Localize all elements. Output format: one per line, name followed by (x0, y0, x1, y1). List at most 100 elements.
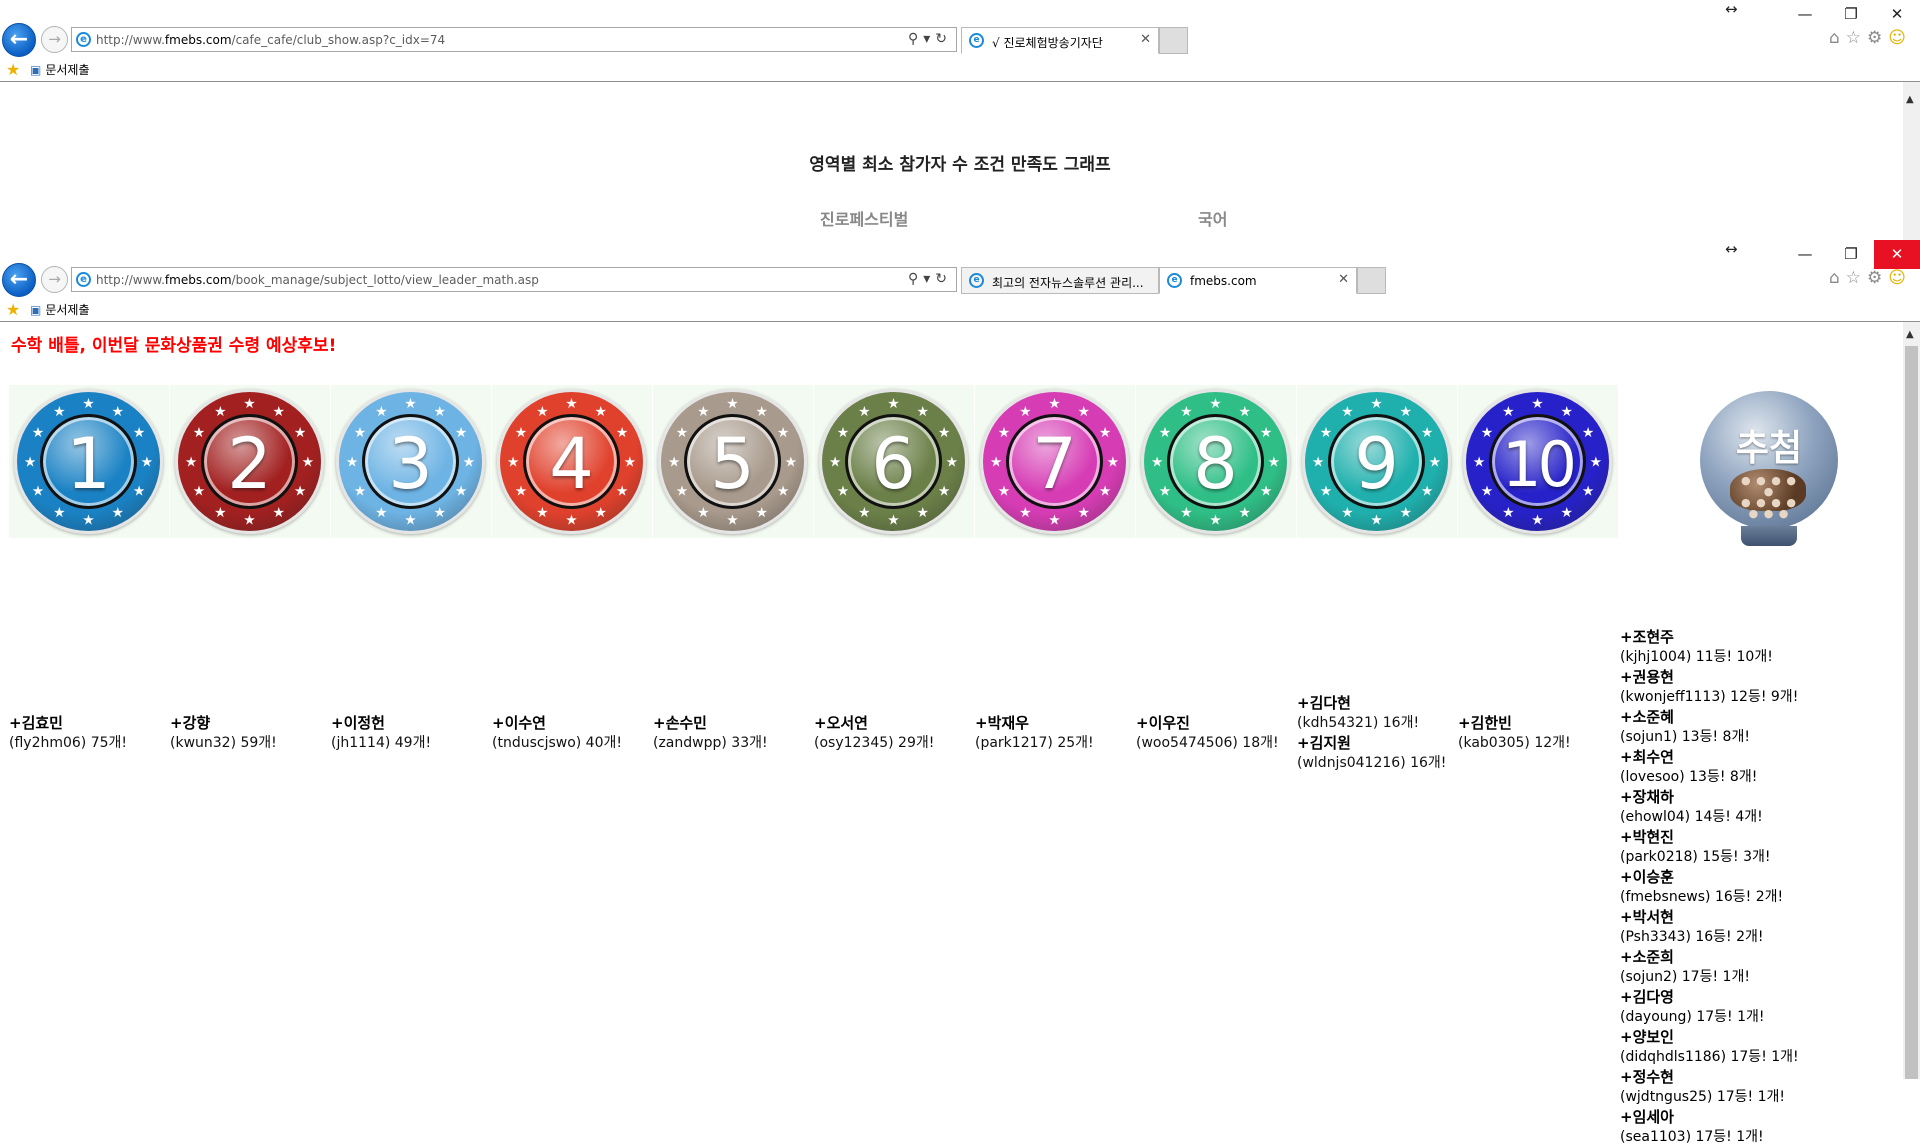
ball-cell-5: ★ ★ ★ ★ ★ ★ ★ ★ ★ ★ ★ ★ 5 (653, 385, 813, 538)
address-bar[interactable]: e http://www.fmebs.com/cafe_cafe/club_sh… (71, 27, 957, 52)
draw-candidate-name: +장채하 (1620, 788, 1674, 806)
winner-detail: (kdh54321) 16개! (1297, 715, 1420, 731)
svg-text:★: ★ (1268, 454, 1280, 470)
favorites-star-icon[interactable]: ★ (6, 60, 20, 79)
settings-gear-icon[interactable]: ⚙ (1867, 268, 1888, 288)
ie-page-icon: e (76, 272, 91, 287)
ball-inner-disc: 4 (523, 414, 620, 509)
svg-text:★: ★ (946, 454, 958, 470)
new-tab-button[interactable] (1357, 267, 1386, 294)
fav-link-icon: ▣ (30, 63, 42, 77)
fav-link-document-submit[interactable]: ▣ 문서제출 (30, 61, 90, 78)
svg-text:★: ★ (916, 505, 928, 521)
settings-gear-icon[interactable]: ⚙ (1867, 28, 1888, 48)
scroll-up-arrow-icon[interactable]: ▲ (1906, 94, 1914, 105)
favorites-star-icon[interactable]: ★ (6, 300, 20, 319)
close-tab-icon[interactable]: ✕ (1140, 32, 1151, 47)
tab-club-show[interactable]: e √ 진로체험방송기자단 ✕ (961, 27, 1159, 54)
home-icon[interactable]: ⌂ (1829, 28, 1846, 48)
svg-text:★: ★ (302, 454, 314, 470)
svg-text:★: ★ (1560, 505, 1572, 521)
ball-number: 10 (1502, 428, 1577, 501)
minimize-button[interactable]: — (1790, 0, 1820, 29)
ball-inner-disc: 1 (40, 414, 137, 509)
scroll-up-arrow-icon[interactable]: ▲ (1906, 329, 1914, 340)
browser-window-back: ← → e http://www.fmebs.com/cafe_cafe/clu… (0, 0, 1920, 240)
svg-text:★: ★ (243, 513, 255, 529)
vertical-scrollbar[interactable]: ▲ (1903, 82, 1920, 240)
svg-text:★: ★ (1260, 484, 1272, 500)
forward-button[interactable]: → (41, 26, 68, 53)
winner-name: +김한빈 (1458, 714, 1512, 732)
winner-rank-5: +손수민 (zandwpp) 33개! (653, 713, 768, 753)
winner-detail: (zandwpp) 33개! (653, 735, 768, 751)
svg-text:★: ★ (1048, 396, 1060, 412)
feedback-smiley-icon[interactable]: ☺ (1888, 268, 1912, 288)
favorites-bar: ★ ▣ 문서제출 (0, 58, 1920, 80)
forward-button[interactable]: → (41, 266, 68, 293)
ball-inner-disc: 8 (1167, 414, 1264, 509)
tab-title: √ 진로체험방송기자단 (992, 36, 1103, 50)
field-label-korean: 국어 (1198, 210, 1228, 229)
svg-text:★: ★ (1370, 396, 1382, 412)
svg-text:★: ★ (1019, 505, 1031, 521)
tab-news-solution[interactable]: e 최고의 전자뉴스솔루션 관리... (961, 267, 1159, 294)
page-content-back: 영역별 최소 참가자 수 조건 만족도 그래프 진로페스티벌 국어 ▲ (0, 82, 1920, 240)
minimize-button[interactable]: — (1790, 240, 1820, 269)
feedback-smiley-icon[interactable]: ☺ (1888, 28, 1912, 48)
back-button[interactable]: ← (2, 23, 36, 57)
headline: 수학 배틀, 이번달 문화상품권 수령 예상후보! (11, 336, 337, 356)
svg-text:★: ★ (1582, 484, 1594, 500)
address-tools[interactable]: ⚲▾↻ (908, 31, 952, 47)
close-tab-icon[interactable]: ✕ (1338, 272, 1349, 287)
close-window-button[interactable]: ✕ (1882, 0, 1912, 29)
ball-cell-4: ★ ★ ★ ★ ★ ★ ★ ★ ★ ★ ★ ★ 4 (492, 385, 652, 538)
home-icon[interactable]: ⌂ (1829, 268, 1846, 288)
winner-rank-2: +강향 (kwun32) 59개! (170, 713, 277, 753)
svg-text:★: ★ (346, 454, 358, 470)
number-ball-5-icon: ★ ★ ★ ★ ★ ★ ★ ★ ★ ★ ★ ★ 5 (658, 389, 807, 534)
address-bar[interactable]: e http://www.fmebs.com/book_manage/subje… (71, 267, 957, 292)
close-window-button[interactable]: ✕ (1874, 240, 1920, 269)
svg-text:★: ★ (294, 425, 306, 441)
ball-number: 4 (549, 423, 594, 505)
winner-detail: (wldnjs041216) 16개! (1297, 755, 1447, 771)
svg-text:★: ★ (455, 425, 467, 441)
ball-number: 9 (1354, 423, 1399, 505)
ball-cell-2: ★ ★ ★ ★ ★ ★ ★ ★ ★ ★ ★ ★ 2 (170, 385, 330, 538)
tab-fmebs[interactable]: e fmebs.com ✕ (1159, 267, 1357, 294)
svg-text:★: ★ (133, 425, 145, 441)
number-ball-7-icon: ★ ★ ★ ★ ★ ★ ★ ★ ★ ★ ★ ★ 7 (980, 389, 1129, 534)
favorites-bar: ★ ▣ 문서제출 (0, 298, 1920, 320)
svg-text:★: ★ (1077, 505, 1089, 521)
lottery-draw-cell[interactable]: 추첨 ● ● ● ● ● ● ● ● ● ● ● ● (1621, 385, 1901, 552)
address-tools[interactable]: ⚲▾↻ (908, 271, 952, 287)
svg-text:★: ★ (1209, 513, 1221, 529)
draw-candidate-detail: (park0218) 15등! 3개! (1620, 849, 1771, 865)
svg-text:★: ★ (887, 396, 899, 412)
back-button[interactable]: ← (2, 263, 36, 297)
svg-text:★: ★ (272, 505, 284, 521)
svg-text:★: ★ (938, 484, 950, 500)
svg-text:★: ★ (1421, 484, 1433, 500)
new-tab-button[interactable] (1159, 27, 1188, 54)
draw-candidate-name: +정수현 (1620, 1068, 1674, 1086)
lottery-globe-icon[interactable]: 추첨 ● ● ● ● ● ● ● ● ● ● ● ● (1700, 391, 1838, 529)
vertical-scrollbar[interactable]: ▲ (1903, 322, 1920, 1079)
svg-text:★: ★ (668, 454, 680, 470)
winner-rank-8: +이우진 (woo5474506) 18개! (1136, 713, 1279, 753)
resize-icon: ↔ (1725, 0, 1738, 18)
scrollbar-thumb[interactable] (1905, 346, 1918, 1079)
number-ball-2-icon: ★ ★ ★ ★ ★ ★ ★ ★ ★ ★ ★ ★ 2 (175, 389, 324, 534)
svg-text:★: ★ (536, 505, 548, 521)
svg-text:★: ★ (887, 513, 899, 529)
restore-button[interactable]: ❐ (1836, 0, 1866, 29)
fav-link-document-submit[interactable]: ▣ 문서제출 (30, 301, 90, 318)
favorites-icon[interactable]: ☆ (1846, 28, 1867, 48)
draw-candidate-detail: (ehowl04) 14등! 4개! (1620, 809, 1763, 825)
winner-rank-6: +오서연 (osy12345) 29개! (814, 713, 934, 753)
number-ball-8-icon: ★ ★ ★ ★ ★ ★ ★ ★ ★ ★ ★ ★ 8 (1141, 389, 1290, 534)
svg-text:★: ★ (829, 454, 841, 470)
restore-button[interactable]: ❐ (1836, 240, 1866, 269)
favorites-icon[interactable]: ☆ (1846, 268, 1867, 288)
